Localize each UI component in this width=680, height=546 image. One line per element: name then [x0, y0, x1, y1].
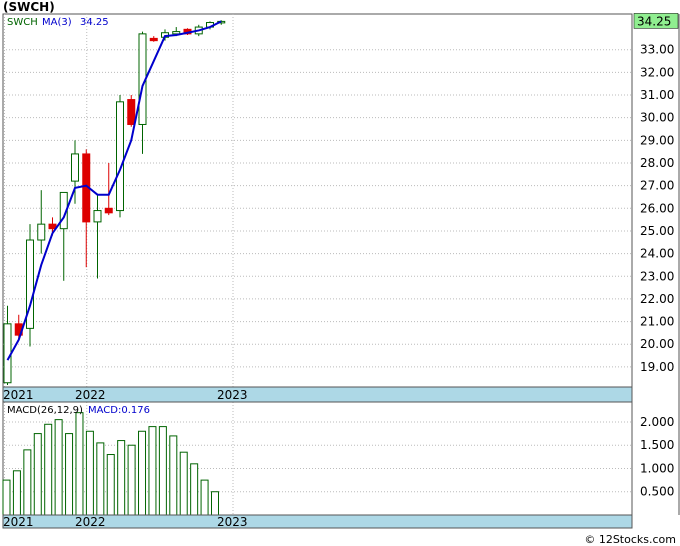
macd-bar [44, 423, 53, 516]
macd-bar [158, 426, 167, 516]
macd-bar [33, 433, 42, 516]
price-tick-label: 32.00 [640, 65, 674, 79]
macd-bar [12, 470, 21, 516]
price-xtick-label: 2021 [3, 388, 34, 402]
macd-tick-label: 0.500 [640, 485, 674, 499]
macd-tick-label: 2.000 [640, 415, 674, 429]
price-tick-label: 21.00 [640, 315, 674, 329]
macd-tick-label: 1.500 [640, 438, 674, 452]
macd-tick-label: 1.000 [640, 461, 674, 475]
macd-bar [75, 412, 84, 516]
candle-body [104, 207, 113, 214]
macd-legend-label: MACD(26,12,9) [7, 405, 83, 416]
price-tick-label: 27.00 [640, 179, 674, 193]
macd-bar [200, 479, 209, 516]
credit-text: © 12Stocks.com [584, 533, 676, 546]
price-tick-label: 23.00 [640, 269, 674, 283]
macd-xtick-label: 2021 [3, 515, 34, 529]
macd-bar [169, 435, 178, 516]
macd-legend-value: MACD:0.176 [88, 405, 150, 416]
price-tick-label: 19.00 [640, 360, 674, 374]
macd-bar [179, 451, 188, 516]
candle-body [116, 101, 124, 212]
candle-body [127, 99, 136, 125]
macd-bar [138, 430, 147, 516]
macd-bar [127, 444, 136, 516]
price-tick-label: 30.00 [640, 111, 674, 125]
macd-bar [106, 454, 115, 516]
price-tick-label: 31.00 [640, 88, 674, 102]
macd-bar [65, 433, 74, 516]
macd-bar [148, 426, 157, 516]
candle-body [149, 37, 158, 42]
price-xtick-label: 2022 [75, 388, 106, 402]
candle-body [71, 153, 79, 182]
macd-bar [117, 440, 126, 516]
legend-symbol: SWCH [7, 17, 38, 28]
candle-body [93, 210, 102, 223]
macd-bar [96, 442, 105, 516]
macd-bar [211, 491, 219, 516]
price-tick-label: 22.00 [640, 292, 674, 306]
macd-bar [54, 419, 63, 516]
legend-ma-label: MA(3) [42, 17, 72, 28]
legend-ma-value: 34.25 [80, 17, 109, 28]
last-price-label: 34.25 [637, 14, 671, 28]
candle-body [37, 223, 46, 241]
price-tick-label: 26.00 [640, 201, 674, 215]
macd-bar [85, 430, 94, 516]
price-tick-label: 29.00 [640, 133, 674, 147]
macd-bar [2, 479, 11, 516]
macd-xtick-label: 2022 [75, 515, 106, 529]
price-tick-label: 24.00 [640, 247, 674, 261]
price-tick-label: 33.00 [640, 43, 674, 57]
candle-body [48, 223, 57, 230]
candle-body [3, 323, 12, 384]
macd-xtick-label: 2023 [217, 515, 248, 529]
stock-chart: 19.00 20.00 21.00 22.00 23.00 24.00 25.00 26.00… [2, 13, 680, 529]
macd-bar [23, 449, 32, 516]
macd-bar [190, 463, 199, 516]
price-tick-label: 28.00 [640, 156, 674, 170]
price-xtick-label: 2023 [217, 388, 248, 402]
price-tick-label: 20.00 [640, 337, 674, 351]
price-tick-label: 25.00 [640, 224, 674, 238]
